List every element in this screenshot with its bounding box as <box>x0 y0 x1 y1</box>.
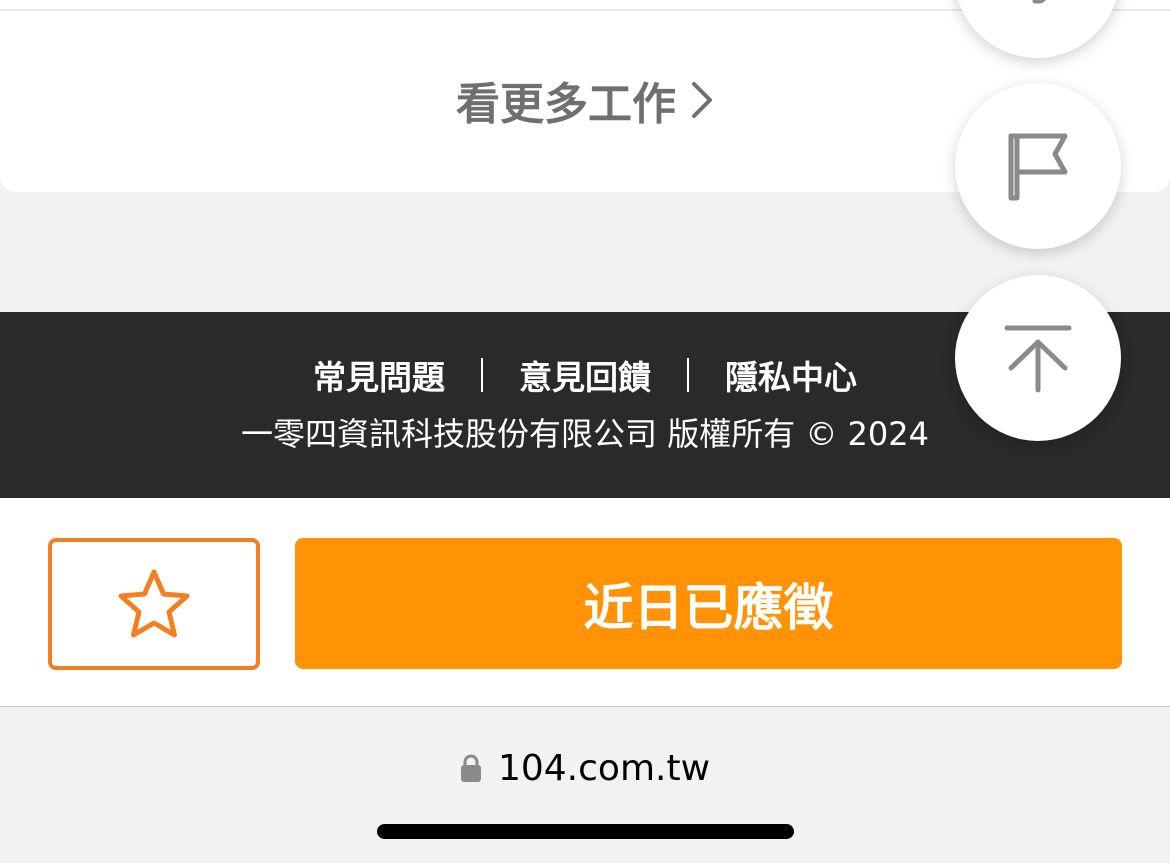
lock-icon <box>460 754 481 782</box>
favorite-button[interactable] <box>48 538 260 670</box>
divider <box>481 358 483 392</box>
home-indicator <box>377 824 794 839</box>
scroll-to-top-button[interactable] <box>955 275 1121 441</box>
footer-link-feedback[interactable]: 意見回饋 <box>519 351 651 399</box>
divider <box>687 358 689 392</box>
more-jobs-label: 看更多工作 <box>456 79 676 130</box>
arrow-up-to-top-icon <box>1004 325 1072 393</box>
apply-button[interactable]: 近日已應徵 <box>295 538 1122 669</box>
star-outline-icon <box>118 569 190 638</box>
apply-button-label: 近日已應徵 <box>583 578 834 637</box>
chevron-right-icon <box>692 82 712 118</box>
browser-bottom-bar: 104.com.tw <box>0 706 1170 863</box>
url-text: 104.com.tw <box>497 747 711 789</box>
partial-icon <box>1032 0 1046 4</box>
footer-link-privacy[interactable]: 隱私中心 <box>725 351 857 399</box>
footer-link-faq[interactable]: 常見問題 <box>313 351 445 399</box>
report-button[interactable] <box>955 83 1121 249</box>
action-bar: 近日已應徵 <box>0 498 1170 706</box>
flag-icon <box>1008 133 1068 201</box>
url-bar[interactable]: 104.com.tw <box>0 743 1170 793</box>
